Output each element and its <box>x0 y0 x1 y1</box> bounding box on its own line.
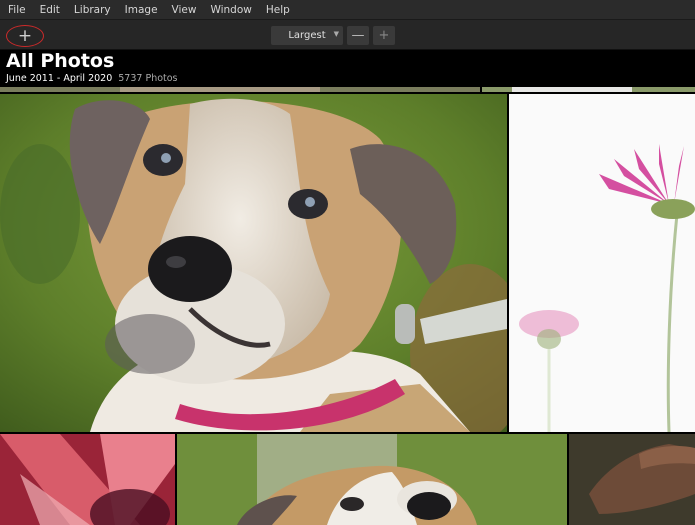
plus-icon: + <box>17 25 33 46</box>
minus-icon: — <box>351 28 365 43</box>
menu-help[interactable]: Help <box>266 4 290 16</box>
photo-thumbnail-dog-2[interactable] <box>177 434 567 525</box>
toolbar: + Largest ▼ — + <box>0 19 695 50</box>
photo-thumbnail-hand[interactable] <box>569 434 695 525</box>
menu-file[interactable]: File <box>8 4 26 16</box>
chevron-down-icon: ▼ <box>333 30 339 38</box>
plus-icon: + <box>378 28 390 43</box>
size-select-value: Largest <box>288 30 326 41</box>
date-range-subtitle: June 2011 - April 2020 5737 Photos <box>6 73 178 84</box>
photo-thumbnail[interactable] <box>482 87 695 92</box>
menu-edit[interactable]: Edit <box>40 4 60 16</box>
zoom-in-button[interactable]: + <box>373 26 395 45</box>
date-range: June 2011 - April 2020 <box>6 73 113 84</box>
photo-thumbnail-petals[interactable] <box>0 434 175 525</box>
photo-grid <box>0 87 695 525</box>
page-title: All Photos <box>6 50 115 72</box>
library-header: All Photos June 2011 - April 2020 5737 Ph… <box>0 50 695 87</box>
photo-thumbnail-dog[interactable] <box>0 94 507 432</box>
add-button[interactable]: + <box>6 25 44 47</box>
photo-thumbnail[interactable] <box>0 87 480 92</box>
photo-count: 5737 Photos <box>118 73 178 84</box>
menu-window[interactable]: Window <box>210 4 251 16</box>
menu-image[interactable]: Image <box>125 4 158 16</box>
zoom-out-button[interactable]: — <box>347 26 369 45</box>
menu-view[interactable]: View <box>172 4 197 16</box>
photo-thumbnail-flower[interactable] <box>509 94 695 432</box>
menu-library[interactable]: Library <box>74 4 111 16</box>
thumbnail-size-select[interactable]: Largest ▼ <box>271 26 343 45</box>
menu-bar: File Edit Library Image View Window Help <box>0 0 695 19</box>
